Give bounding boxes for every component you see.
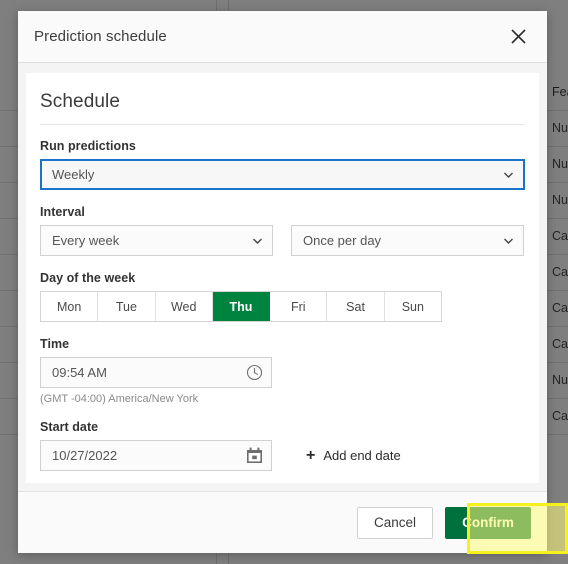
interval-frequency-value: Every week — [52, 233, 120, 248]
plus-icon: + — [306, 446, 316, 464]
chevron-down-icon — [252, 235, 263, 246]
day-button-sat[interactable]: Sat — [327, 292, 385, 321]
time-field: Time 09:54 AM (GMT -04:00) America/New Y… — [40, 337, 525, 405]
interval-times-value: Once per day — [303, 233, 382, 248]
day-button-tue[interactable]: Tue — [98, 292, 156, 321]
time-label: Time — [40, 337, 70, 351]
interval-field: Interval Every week Once per day — [40, 205, 525, 256]
interval-times-select[interactable]: Once per day — [291, 225, 524, 256]
run-predictions-select[interactable]: Weekly — [40, 159, 525, 190]
start-date-label: Start date — [40, 420, 99, 434]
day-of-week-group: Mon Tue Wed Thu Fri Sat Sun — [40, 291, 442, 322]
schedule-card: Schedule Run predictions Weekly Interval — [26, 73, 539, 483]
confirm-button[interactable]: Confirm — [445, 506, 531, 539]
add-end-date-label: Add end date — [323, 448, 401, 463]
day-button-wed[interactable]: Wed — [155, 292, 213, 321]
start-date-row: 10/27/2022 + Add end date — [40, 440, 525, 471]
interval-frequency-select[interactable]: Every week — [40, 225, 273, 256]
start-date-field: Start date 10/27/2022 + Add end date — [40, 420, 525, 471]
interval-label: Interval — [40, 205, 85, 219]
add-end-date-button[interactable]: + Add end date — [306, 446, 401, 464]
run-predictions-field: Run predictions Weekly — [40, 139, 525, 190]
prediction-schedule-modal: Prediction schedule Schedule Run predict… — [18, 11, 547, 553]
day-of-week-field: Day of the week Mon Tue Wed Thu Fri Sat Sun — [40, 271, 525, 322]
day-of-week-label: Day of the week — [40, 271, 136, 285]
run-predictions-label: Run predictions — [40, 139, 136, 153]
page-title: Schedule — [40, 91, 121, 112]
chevron-down-icon — [503, 169, 514, 180]
start-date-value: 10/27/2022 — [52, 448, 118, 463]
day-button-fri[interactable]: Fri — [270, 292, 328, 321]
modal-header: Prediction schedule — [18, 11, 547, 63]
calendar-icon[interactable] — [245, 447, 263, 465]
day-button-thu[interactable]: Thu — [212, 292, 271, 321]
interval-row: Every week Once per day — [40, 225, 525, 256]
close-icon[interactable] — [503, 22, 533, 52]
day-button-mon[interactable]: Mon — [41, 292, 99, 321]
chevron-down-icon — [503, 235, 514, 246]
modal-title: Prediction schedule — [34, 28, 167, 45]
title-divider — [40, 124, 525, 125]
time-input[interactable]: 09:54 AM — [40, 357, 272, 388]
clock-icon[interactable] — [245, 364, 263, 382]
cancel-button[interactable]: Cancel — [356, 506, 433, 539]
time-value: 09:54 AM — [52, 365, 107, 380]
modal-body: Schedule Run predictions Weekly Interval — [18, 63, 547, 491]
day-button-sun[interactable]: Sun — [384, 292, 441, 321]
modal-footer: Cancel Confirm — [18, 491, 547, 553]
start-date-input[interactable]: 10/27/2022 — [40, 440, 272, 471]
run-predictions-value: Weekly — [52, 167, 95, 182]
timezone-note: (GMT -04:00) America/New York — [40, 393, 199, 405]
